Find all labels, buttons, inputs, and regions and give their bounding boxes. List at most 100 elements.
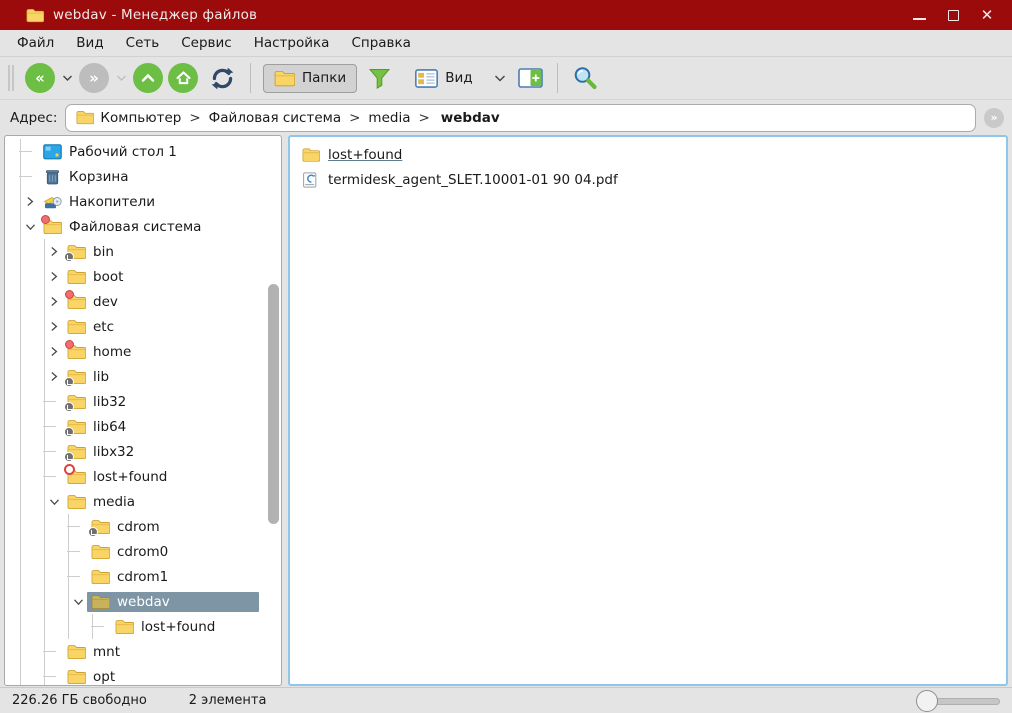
expander-icon[interactable] [21,214,39,239]
tree-item-boot[interactable]: boot [11,264,281,289]
tree-item-lost+found[interactable]: lost+found [11,464,281,489]
tree-item-bin[interactable]: bin [11,239,281,264]
address-input[interactable]: Компьютер > Файловая система > media > w… [65,104,976,132]
expander-icon[interactable] [21,139,39,164]
tree-item-lost+found[interactable]: lost+found [11,614,281,639]
menu-help[interactable]: Справка [340,32,421,54]
expander-icon[interactable] [45,339,63,364]
view-mode-button[interactable]: Вид [404,63,483,94]
expander-icon[interactable] [93,614,111,639]
tree-item-dev[interactable]: dev [11,289,281,314]
symlink-emblem-icon [64,252,74,262]
toolbar-grip[interactable] [8,65,14,91]
zoom-slider-knob[interactable] [916,690,938,712]
home-button[interactable] [168,63,198,93]
expander-icon[interactable] [45,414,63,439]
expander-icon[interactable] [45,239,63,264]
symlink-emblem-icon [64,377,74,387]
menu-view[interactable]: Вид [65,32,114,54]
expander-icon[interactable] [69,564,87,589]
breadcrumb-computer[interactable]: Компьютер [100,110,181,126]
expander-icon[interactable] [69,539,87,564]
tree-item-opt[interactable]: opt [11,664,281,686]
filter-icon[interactable] [366,65,393,92]
tree-item-media[interactable]: media [11,489,281,514]
symlink-emblem-icon [64,452,74,462]
breadcrumb-webdav[interactable]: webdav [441,110,500,126]
close-button[interactable]: ✕ [980,8,994,22]
menu-file[interactable]: Файл [6,32,65,54]
expander-icon[interactable] [45,664,63,686]
expander-icon[interactable] [45,364,63,389]
expander-icon[interactable] [45,389,63,414]
symlink-emblem-icon [64,402,74,412]
expander-icon[interactable] [45,289,63,314]
tree-guides [11,364,45,389]
forward-history-dropdown[interactable] [114,74,128,82]
back-history-dropdown[interactable] [60,74,74,82]
folder-icon [67,344,86,360]
expander-icon[interactable] [69,514,87,539]
sidebar-scrollbar[interactable] [268,284,279,524]
tree-item-label: Рабочий стол 1 [69,144,177,160]
menu-network[interactable]: Сеть [115,32,171,54]
zoom-slider[interactable] [916,689,1000,713]
breadcrumb-media[interactable]: media [368,110,410,126]
tree-item-label: media [93,494,135,510]
maximize-button[interactable] [946,8,960,22]
up-button[interactable] [133,63,163,93]
tree-guides [11,214,21,239]
expander-icon[interactable] [45,314,63,339]
statusbar: 226.26 ГБ свободно 2 элемента [0,687,1012,713]
menu-settings[interactable]: Настройка [243,32,341,54]
go-button[interactable]: » [984,108,1004,128]
folders-toggle-button[interactable]: Папки [263,64,357,93]
tree-item-накопители[interactable]: Накопители [11,189,281,214]
tree-item-label: etc [93,319,114,335]
view-mode-dropdown[interactable] [493,74,507,83]
tree-item-корзина[interactable]: Корзина [11,164,281,189]
tree-item-cdrom1[interactable]: cdrom1 [11,564,281,589]
menu-service[interactable]: Сервис [170,32,242,54]
expander-icon[interactable] [45,264,63,289]
tree-item-lib[interactable]: lib [11,364,281,389]
tree-item-webdav[interactable]: webdav [11,589,281,614]
content-area: Рабочий стол 1 Корзина Накопители Файлов… [0,135,1012,687]
breadcrumb-filesystem[interactable]: Файловая система [209,110,341,126]
file-list-panel[interactable]: lost+found termidesk_agent_SLET.10001-01… [288,135,1008,686]
expander-icon[interactable] [45,639,63,664]
expander-icon[interactable] [45,464,63,489]
search-icon[interactable] [570,63,600,93]
tree-item-cdrom0[interactable]: cdrom0 [11,539,281,564]
dot-emblem-icon [65,290,74,299]
tree-item-libx32[interactable]: libx32 [11,439,281,464]
split-view-icon[interactable] [516,66,545,90]
folder-icon [67,644,86,660]
expander-icon[interactable] [69,589,87,614]
expander-icon[interactable] [45,489,63,514]
tree-item-рабочий-стол-1[interactable]: Рабочий стол 1 [11,139,281,164]
file-item-lost+found[interactable]: lost+found [296,142,1000,167]
tree-item-lib32[interactable]: lib32 [11,389,281,414]
file-item-pdf[interactable]: termidesk_agent_SLET.10001-01 90 04.pdf [296,167,1000,192]
tree-item-lib64[interactable]: lib64 [11,414,281,439]
refresh-icon[interactable] [207,63,238,94]
tree-item-label: webdav [117,594,170,610]
expander-icon[interactable] [21,189,39,214]
back-button[interactable]: « [25,63,55,93]
tree-item-cdrom[interactable]: cdrom [11,514,281,539]
tree-item-mnt[interactable]: mnt [11,639,281,664]
tree-item-home[interactable]: home [11,339,281,364]
tree-item-label: lib [93,369,109,385]
expander-icon[interactable] [45,439,63,464]
expander-icon[interactable] [21,164,39,189]
tree-item-файловая-система[interactable]: Файловая система [11,214,281,239]
breadcrumb-folder-icon [76,110,94,125]
tree-item-etc[interactable]: etc [11,314,281,339]
folder-icon [91,519,110,535]
forward-button[interactable]: » [79,63,109,93]
folder-icon [67,394,86,410]
minimize-button[interactable] [912,8,926,22]
tree-guides [11,639,45,664]
tree-guides [11,189,21,214]
